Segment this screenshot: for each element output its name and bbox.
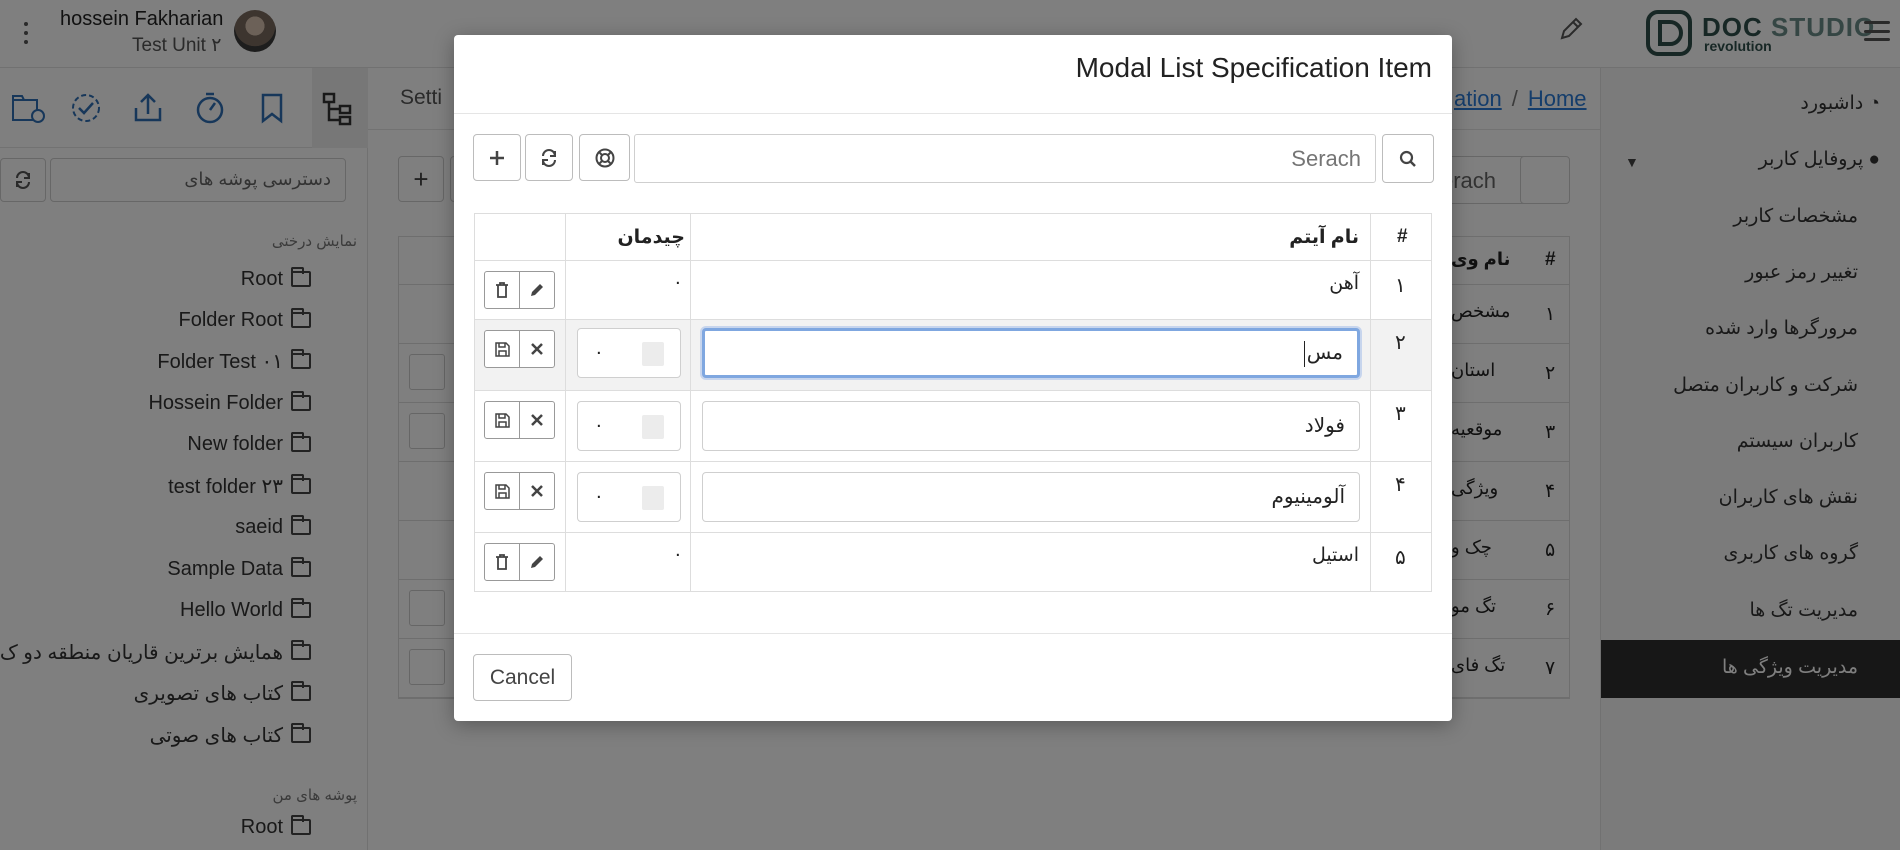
search-icon [1399,150,1416,167]
refresh-button[interactable] [525,134,573,181]
add-item-button[interactable] [473,134,521,181]
table-row[interactable]: ۱ آهن ۰ [474,261,1432,320]
row-actions [484,271,555,309]
table-row[interactable]: ۵ استیل ۰ [474,533,1432,592]
modal-search-button[interactable] [1382,134,1434,183]
table-header: # نام آیتم چیدمان [474,213,1432,261]
plus-icon [490,150,504,165]
order-number-input[interactable]: ۰ [577,328,681,378]
trash-icon [496,554,508,570]
item-name-input[interactable]: مس [702,328,1360,378]
divider [454,633,1452,634]
life-ring-icon [595,148,614,167]
save-button[interactable] [485,331,519,367]
pencil-icon [531,556,543,568]
cancel-button[interactable]: Cancel [473,654,572,701]
spin-button-icon[interactable] [642,486,664,510]
cancel-edit-button[interactable] [519,402,554,438]
row-actions [484,543,555,581]
table-row-editing[interactable]: ۴ آلومینیوم ۰ [474,462,1432,533]
item-name-input[interactable]: آلومینیوم [702,472,1360,522]
table-row-editing[interactable]: ۳ فولاد ۰ [474,391,1432,462]
spin-button-icon[interactable] [642,342,664,366]
save-button[interactable] [485,402,519,438]
save-icon [494,341,510,357]
cancel-edit-button[interactable] [519,331,554,367]
edit-button[interactable] [519,272,554,308]
delete-button[interactable] [485,272,519,308]
table-row-editing[interactable]: ۲ مس ۰ [474,320,1432,391]
order-number-input[interactable]: ۰ [577,401,681,451]
help-button[interactable] [579,134,630,181]
column-header-order: چیدمان [617,227,685,248]
pencil-icon [531,284,543,296]
save-icon [494,483,510,499]
column-header-num: # [1397,226,1408,247]
edit-button[interactable] [519,544,554,580]
modal-search-input[interactable] [634,134,1376,183]
refresh-icon [542,148,556,167]
close-icon [531,414,543,426]
modal-title: Modal List Specification Item [1075,52,1432,83]
modal-dialog: Modal List Specification Item # نام آیتم… [454,35,1452,721]
item-name-input[interactable]: فولاد [702,401,1360,451]
spin-button-icon[interactable] [642,415,664,439]
row-actions [484,401,555,439]
close-icon [531,485,543,497]
column-header-name: نام آیتم [1289,227,1359,248]
trash-icon [496,282,508,298]
delete-button[interactable] [485,544,519,580]
row-actions [484,330,555,368]
close-icon [531,343,543,355]
order-number-input[interactable]: ۰ [577,472,681,522]
save-button[interactable] [485,473,519,509]
save-icon [494,412,510,428]
row-actions [484,472,555,510]
cancel-edit-button[interactable] [519,473,554,509]
divider [454,113,1452,114]
